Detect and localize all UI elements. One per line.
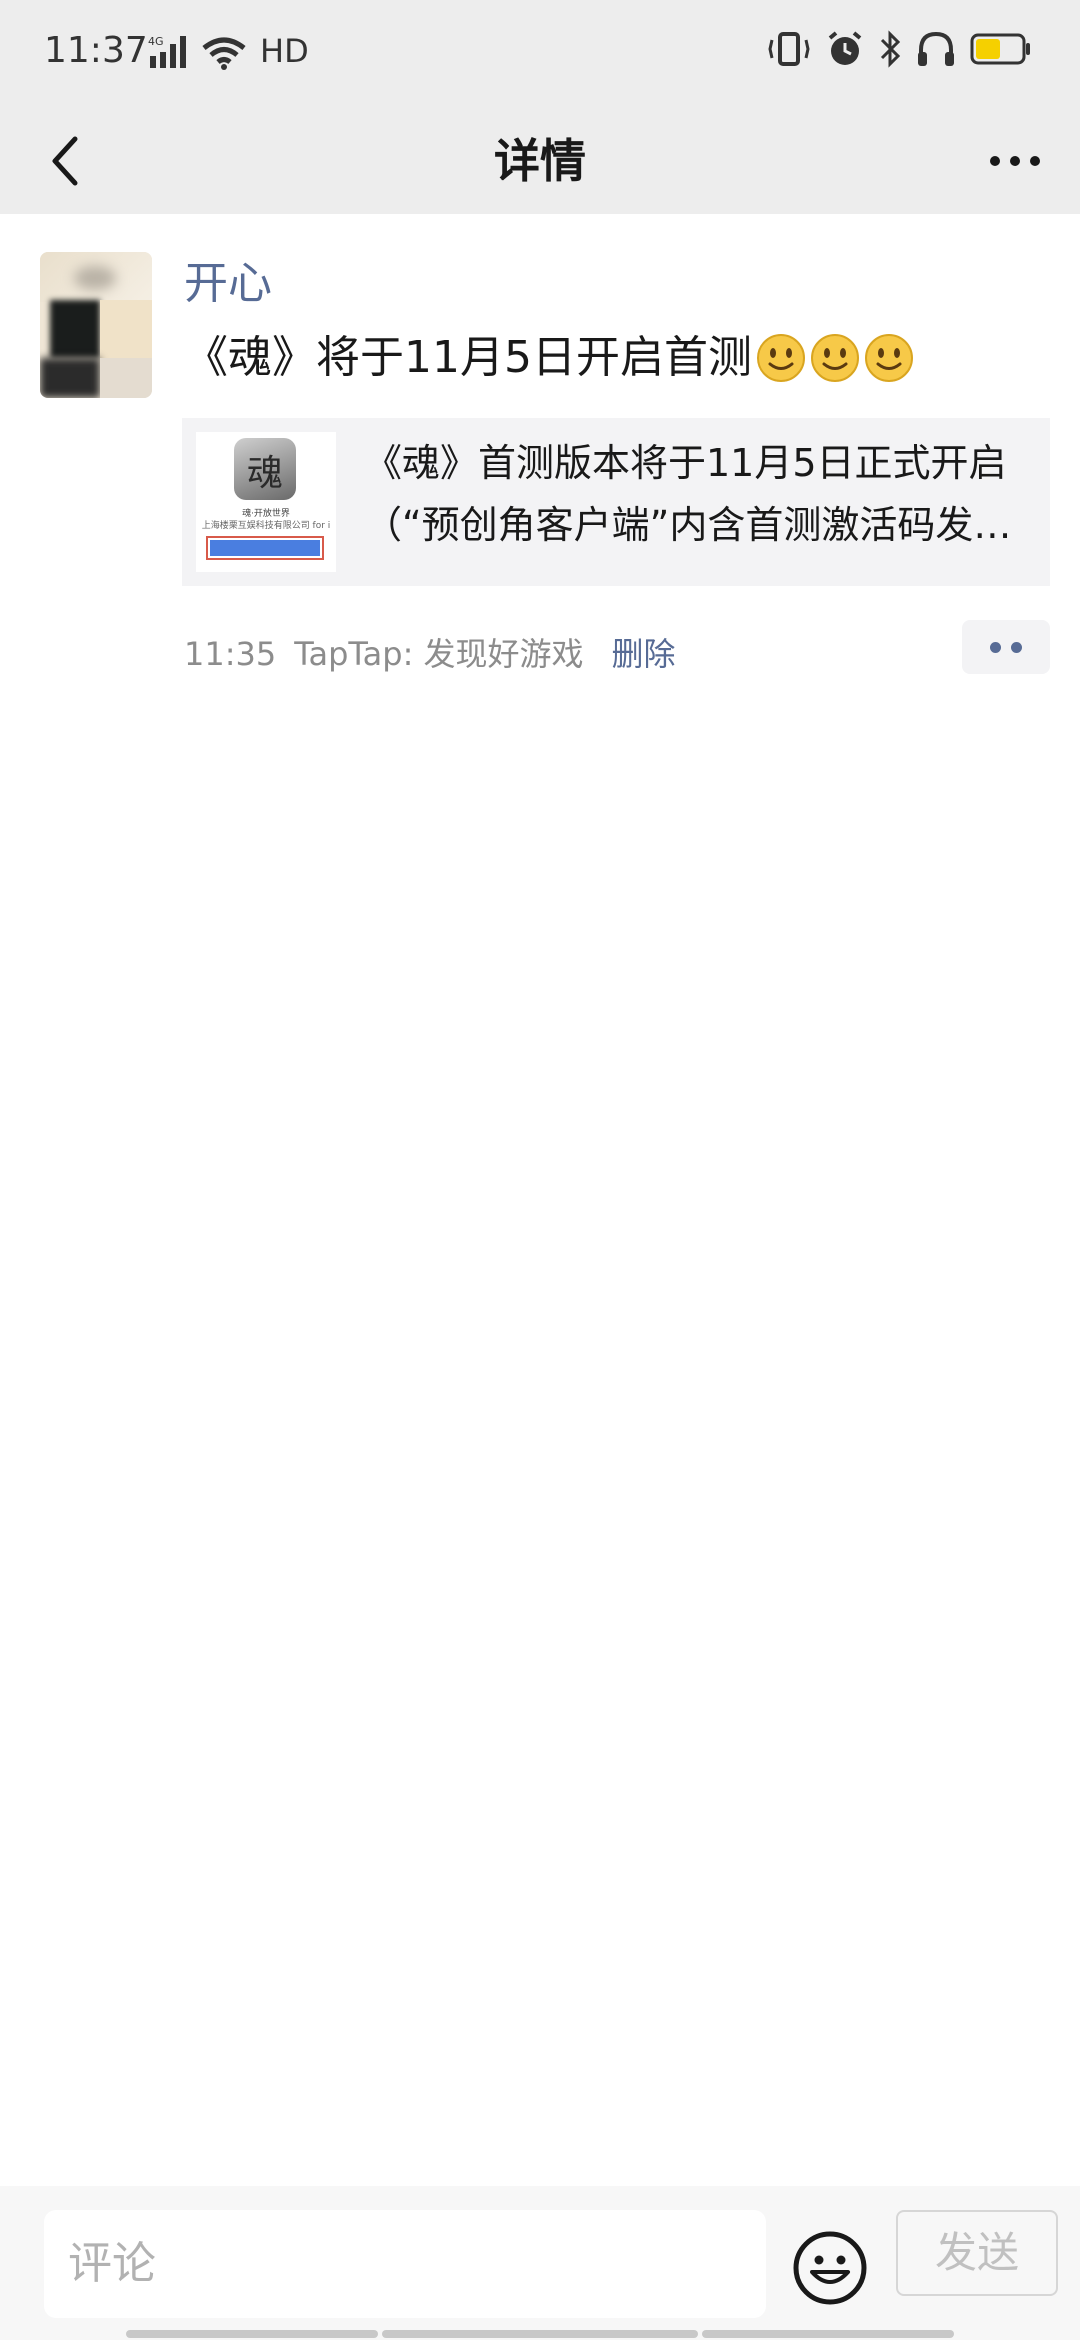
link-title-line1: 《魂》首测版本将于11月5日正式开启: [364, 441, 1007, 485]
link-title: 《魂》首测版本将于11月5日正式开启 （“预创角客户端”内含首测激活码发放...: [364, 432, 1034, 556]
post-text: 《魂》将于11月5日开启首测: [184, 326, 914, 390]
title-bar: 详情: [0, 108, 1080, 214]
username[interactable]: 开心: [184, 254, 272, 314]
smile-emoji-icon: [864, 334, 913, 382]
smiley-face-icon[interactable]: [792, 2230, 868, 2306]
dot-icon: [1011, 641, 1022, 653]
avatar[interactable]: [40, 252, 152, 398]
game-logo: 魂: [234, 438, 296, 500]
delete-button[interactable]: 删除: [612, 630, 676, 678]
network-type-label: 4G: [148, 35, 164, 48]
like-comment-menu-button[interactable]: [962, 620, 1050, 674]
status-bar: 11:37 4G HD: [0, 0, 1080, 108]
bluetooth-icon: [880, 30, 901, 68]
vibrate-icon: [768, 32, 810, 66]
wifi-icon: [202, 37, 246, 70]
status-left-icons: 4G HD: [148, 32, 309, 70]
more-button[interactable]: [980, 126, 1050, 196]
comment-bar: 评论 发送: [0, 2186, 1080, 2340]
signal-icon: 4G: [148, 35, 186, 68]
post-source[interactable]: TapTap: 发现好游戏: [294, 630, 583, 678]
battery-icon: [970, 33, 1030, 65]
shared-link-card[interactable]: 魂 魂·开放世界 上海楼栗互娱科技有限公司 for i 《魂》首测版本将于11月…: [182, 418, 1050, 586]
comment-input[interactable]: 评论: [44, 2210, 766, 2318]
link-thumbnail: 魂 魂·开放世界 上海楼栗互娱科技有限公司 for i: [196, 432, 336, 572]
headphones-icon: [918, 31, 954, 66]
send-button[interactable]: 发送: [896, 2210, 1058, 2296]
dot-icon: [990, 641, 1001, 653]
nav-hint-segment: [126, 2330, 378, 2338]
link-title-line2: （“预创角客户端”内含首测激活码发放...: [364, 503, 1034, 547]
post-time: 11:35: [184, 635, 277, 673]
post-meta: 11:35 TapTap: 发现好游戏 删除: [184, 630, 676, 678]
more-horizontal-icon: [990, 156, 1040, 166]
thumbnail-publisher: 上海楼栗互娱科技有限公司 for i: [201, 521, 331, 531]
post-text-content: 《魂》将于11月5日开启首测: [184, 332, 752, 383]
hd-label: HD: [260, 32, 309, 70]
nav-hint-segment: [702, 2330, 954, 2338]
status-right-icons: [766, 30, 1032, 68]
thumbnail-button: [206, 536, 324, 560]
nav-hint-segment: [382, 2330, 698, 2338]
smile-emoji-icon: [756, 334, 805, 382]
game-logo-text: 魂: [246, 453, 283, 494]
alarm-icon: [828, 31, 862, 65]
smile-emoji-icon: [810, 334, 859, 382]
status-time: 11:37: [44, 30, 148, 71]
page-title: 详情: [494, 134, 586, 188]
